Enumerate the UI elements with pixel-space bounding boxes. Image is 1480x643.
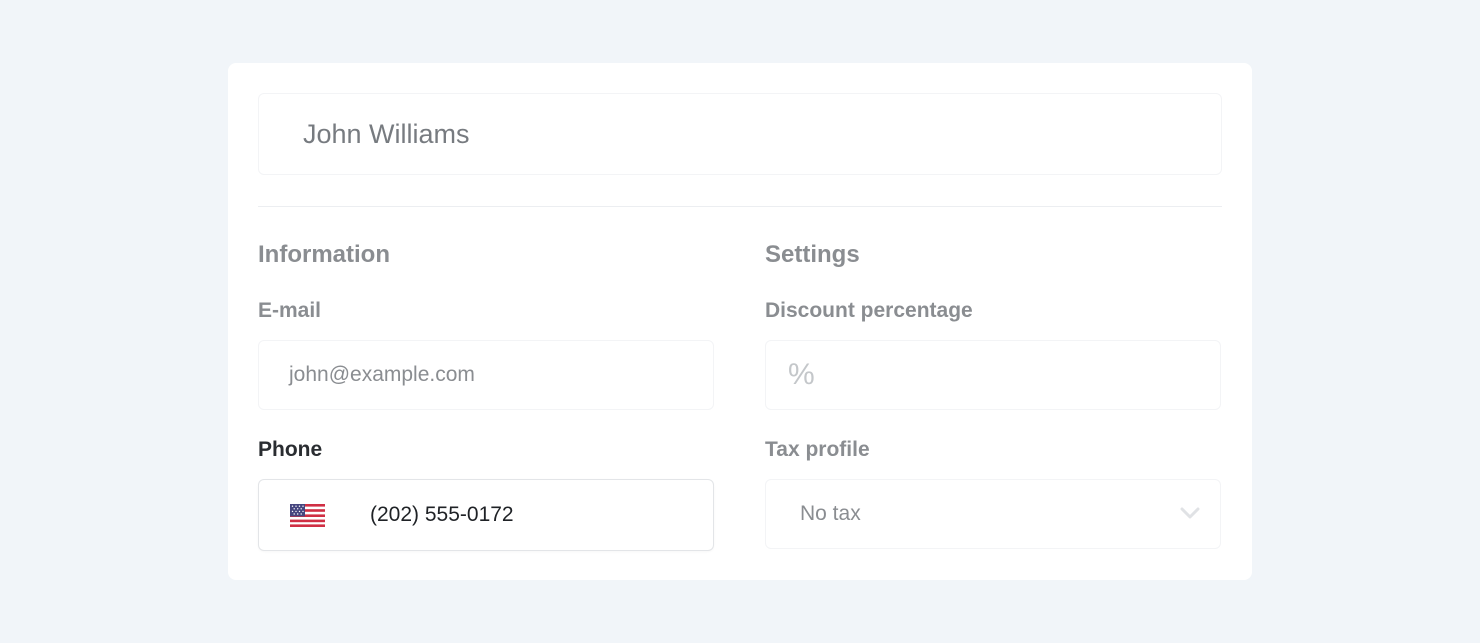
settings-title: Settings <box>765 241 860 268</box>
chevron-down-icon <box>1180 507 1200 519</box>
tax-profile-value: No tax <box>800 502 861 525</box>
percent-icon: % <box>788 358 815 391</box>
us-flag-icon[interactable] <box>290 504 325 527</box>
tax-profile-select[interactable]: No tax <box>765 479 1221 549</box>
customer-card: John Williams Information E-mail john@ex… <box>228 63 1252 580</box>
information-title: Information <box>258 241 390 268</box>
discount-field[interactable]: % <box>765 340 1221 410</box>
phone-value: (202) 555-0172 <box>370 503 514 526</box>
tax-profile-label: Tax profile <box>765 438 870 461</box>
customer-name-field[interactable]: John Williams <box>258 93 1222 175</box>
phone-field[interactable]: (202) 555-0172 <box>258 479 714 551</box>
customer-name: John Williams <box>303 118 470 149</box>
discount-label: Discount percentage <box>765 299 973 322</box>
email-label: E-mail <box>258 299 322 322</box>
email-field[interactable]: john@example.com <box>258 340 714 410</box>
email-value: john@example.com <box>289 363 475 386</box>
divider <box>258 206 1222 207</box>
phone-label: Phone <box>258 438 323 461</box>
